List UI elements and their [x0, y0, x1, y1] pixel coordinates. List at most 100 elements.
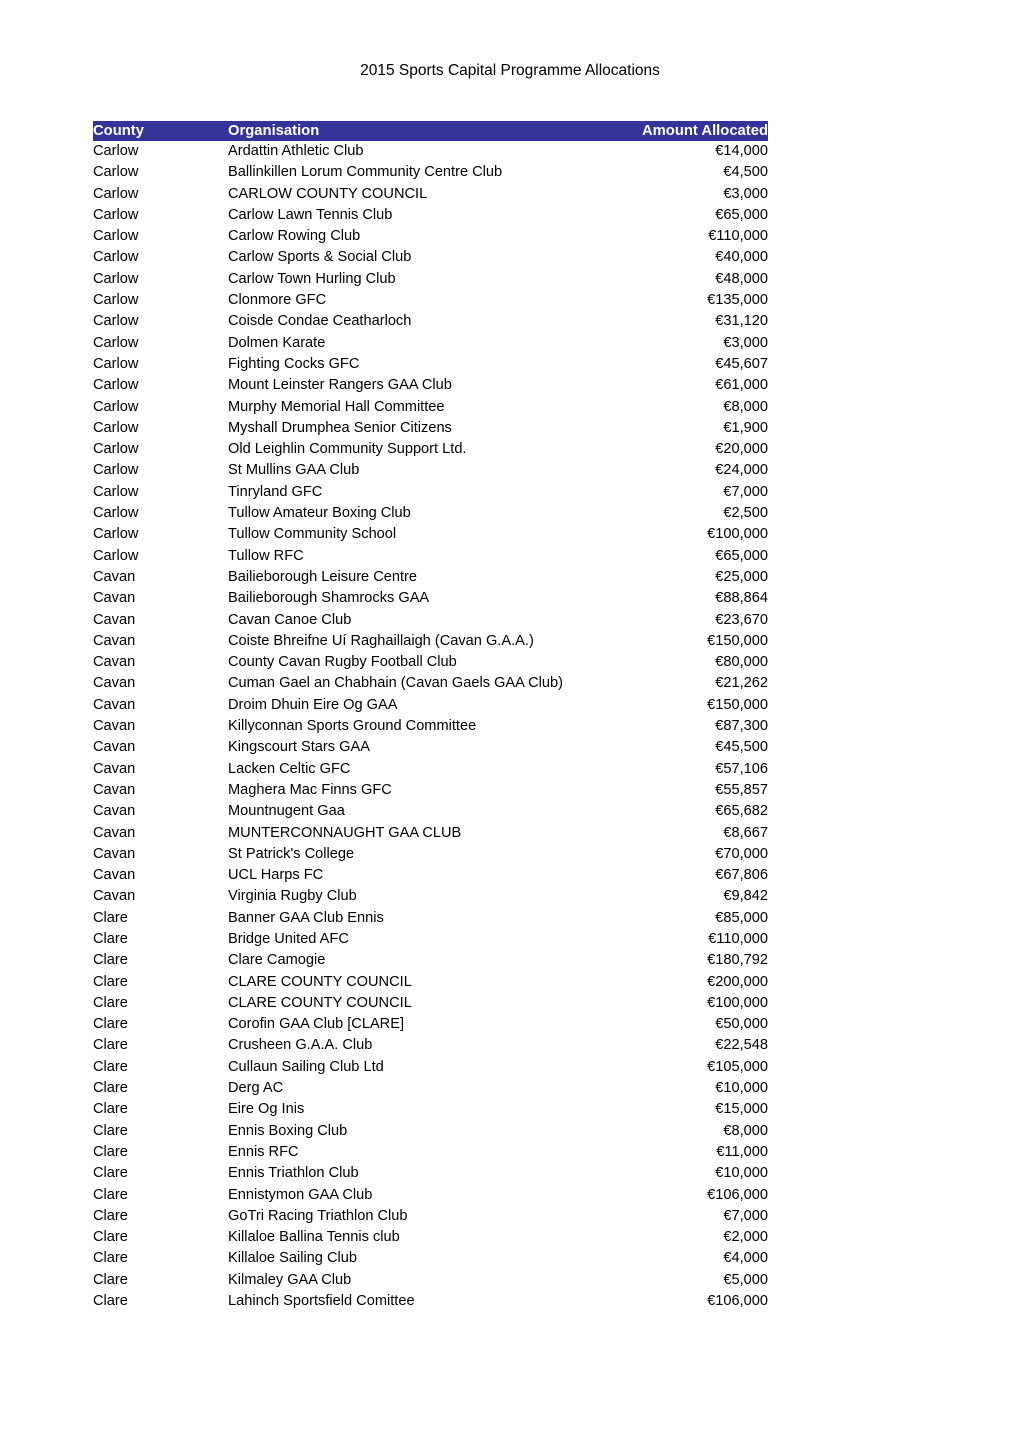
cell-organisation: Coiste Bhreifne Uí Raghaillaigh (Cavan G…	[228, 632, 534, 649]
cell-amount-allocated: €4,500	[723, 164, 768, 181]
table-row: Cavan Cuman Gael an Chabhain (Cavan Gaels…	[93, 673, 768, 694]
cell-county: Carlow	[93, 377, 139, 394]
cell-organisation: Clare Camogie	[228, 952, 326, 969]
cell-county: Clare	[93, 994, 128, 1011]
cell-amount-allocated: €2,000	[723, 1229, 768, 1246]
cell-organisation: Killaloe Sailing Club	[228, 1250, 357, 1267]
cell-organisation: Lacken Celtic GFC	[228, 760, 351, 777]
cell-county: Cavan	[93, 781, 136, 798]
table-row: Clare Kilmaley GAA Club €5,000	[93, 1270, 768, 1291]
cell-amount-allocated: €9,842	[723, 888, 768, 905]
column-header-organisation[interactable]: Organisation	[228, 121, 628, 141]
table-row: Clare Cullaun Sailing Club Ltd €105,000	[93, 1057, 768, 1078]
cell-county: Clare	[93, 973, 128, 990]
table-row: Cavan Killyconnan Sports Ground Committee…	[93, 716, 768, 737]
cell-amount-allocated: €135,000	[707, 292, 768, 309]
cell-amount-allocated: €14,000	[715, 143, 768, 159]
page-title: 2015 Sports Capital Programme Allocation…	[360, 62, 660, 79]
table-row: Clare Clare Camogie €180,792	[93, 950, 768, 971]
table-row: Clare Ennis RFC €11,000	[93, 1142, 768, 1163]
cell-county: Clare	[93, 1229, 128, 1246]
table-row: Cavan County Cavan Rugby Football Club €80…	[93, 652, 768, 673]
cell-amount-allocated: €105,000	[707, 1058, 768, 1075]
cell-organisation: Ennistymon GAA Club	[228, 1186, 373, 1203]
table-body: Carlow Ardattin Athletic Club €14,000 Carlo…	[93, 141, 768, 1312]
cell-county: Clare	[93, 1143, 128, 1160]
cell-organisation: Kingscourt Stars GAA	[228, 739, 370, 756]
cell-county: Carlow	[93, 292, 139, 309]
cell-organisation: Clonmore GFC	[228, 292, 327, 309]
cell-amount-allocated: €11,000	[716, 1143, 768, 1160]
cell-county: Cavan	[93, 632, 136, 649]
cell-amount-allocated: €4,000	[723, 1250, 768, 1267]
table-row: Carlow Ardattin Athletic Club €14,000	[93, 141, 768, 162]
table-row: Cavan Cavan Canoe Club €23,670	[93, 610, 768, 631]
cell-organisation: Kilmaley GAA Club	[228, 1271, 352, 1288]
cell-amount-allocated: €150,000	[707, 632, 768, 649]
cell-organisation: Corofin GAA Club [CLARE]	[228, 1016, 405, 1033]
cell-county: Clare	[93, 1186, 128, 1203]
cell-county: Carlow	[93, 398, 139, 415]
cell-organisation: Cavan Canoe Club	[228, 611, 352, 628]
cell-county: Carlow	[93, 441, 139, 458]
cell-amount-allocated: €106,000	[707, 1293, 768, 1310]
cell-county: Carlow	[93, 206, 139, 223]
cell-organisation: CARLOW COUNTY COUNCIL	[228, 185, 428, 202]
cell-county: Carlow	[93, 185, 139, 202]
column-header-amount-allocated[interactable]: Amount Allocated	[628, 121, 768, 141]
table-row: Carlow Tullow Amateur Boxing Club €2,500	[93, 503, 768, 524]
table-row: Carlow Carlow Sports & Social Club €40,000	[93, 247, 768, 268]
cell-amount-allocated: €21,262	[715, 675, 768, 692]
cell-organisation: St Patrick's College	[228, 845, 355, 862]
cell-organisation: Bridge United AFC	[228, 930, 349, 947]
cell-organisation: Coisde Condae Ceatharloch	[228, 313, 412, 330]
table-row: Cavan Droim Dhuin Eire Og GAA €150,000	[93, 695, 768, 716]
cell-amount-allocated: €110,000	[708, 228, 768, 245]
cell-county: Carlow	[93, 462, 139, 479]
table-row: Carlow Dolmen Karate €3,000	[93, 333, 768, 354]
cell-amount-allocated: €87,300	[715, 718, 768, 735]
table-row: Cavan Coiste Bhreifne Uí Raghaillaigh (Ca…	[93, 631, 768, 652]
cell-amount-allocated: €31,120	[715, 313, 768, 330]
table-row: Clare Killaloe Ballina Tennis club €2,000	[93, 1227, 768, 1248]
table-row: Cavan Lacken Celtic GFC €57,106	[93, 759, 768, 780]
cell-county: Clare	[93, 952, 128, 969]
cell-county: Clare	[93, 1207, 128, 1224]
cell-amount-allocated: €2,500	[723, 505, 768, 522]
table-row: Clare Ennis Triathlon Club €10,000	[93, 1163, 768, 1184]
cell-organisation: CLARE COUNTY COUNCIL	[228, 994, 412, 1011]
cell-amount-allocated: €100,000	[707, 994, 768, 1011]
table-row: Carlow Clonmore GFC €135,000	[93, 290, 768, 311]
cell-organisation: Droim Dhuin Eire Og GAA	[228, 696, 398, 713]
cell-county: Carlow	[93, 313, 139, 330]
cell-organisation: Bailieborough Shamrocks GAA	[228, 590, 430, 607]
cell-organisation: Bailieborough Leisure Centre	[228, 568, 418, 585]
cell-organisation: Murphy Memorial Hall Committee	[228, 398, 445, 415]
cell-amount-allocated: €10,000	[715, 1165, 768, 1182]
cell-organisation: Derg AC	[228, 1080, 284, 1097]
cell-county: Cavan	[93, 718, 136, 735]
table-row: Clare Banner GAA Club Ennis €85,000	[93, 908, 768, 929]
column-header-county[interactable]: County	[93, 121, 228, 141]
cell-county: Clare	[93, 1293, 128, 1310]
cell-organisation: UCL Harps FC	[228, 867, 324, 884]
cell-organisation: Carlow Rowing Club	[228, 228, 361, 245]
table-row: Clare Bridge United AFC €110,000	[93, 929, 768, 950]
cell-organisation: Carlow Lawn Tennis Club	[228, 206, 393, 223]
cell-amount-allocated: €3,000	[723, 334, 768, 351]
cell-organisation: Cullaun Sailing Club Ltd	[228, 1058, 384, 1075]
cell-amount-allocated: €8,000	[723, 398, 768, 415]
cell-county: Carlow	[93, 228, 139, 245]
cell-organisation: Dolmen Karate	[228, 334, 326, 351]
cell-amount-allocated: €67,806	[715, 867, 768, 884]
cell-amount-allocated: €8,667	[723, 824, 768, 841]
cell-organisation: Ennis Triathlon Club	[228, 1165, 359, 1182]
table-row: Carlow Tullow RFC €65,000	[93, 546, 768, 567]
cell-amount-allocated: €5,000	[723, 1271, 768, 1288]
cell-amount-allocated: €65,000	[715, 547, 768, 564]
cell-organisation: Killyconnan Sports Ground Committee	[228, 718, 477, 735]
table-row: Carlow Myshall Drumphea Senior Citizens €1…	[93, 418, 768, 439]
cell-amount-allocated: €45,500	[715, 739, 768, 756]
table-row: Cavan Mountnugent Gaa €65,682	[93, 801, 768, 822]
cell-county: Cavan	[93, 654, 136, 671]
